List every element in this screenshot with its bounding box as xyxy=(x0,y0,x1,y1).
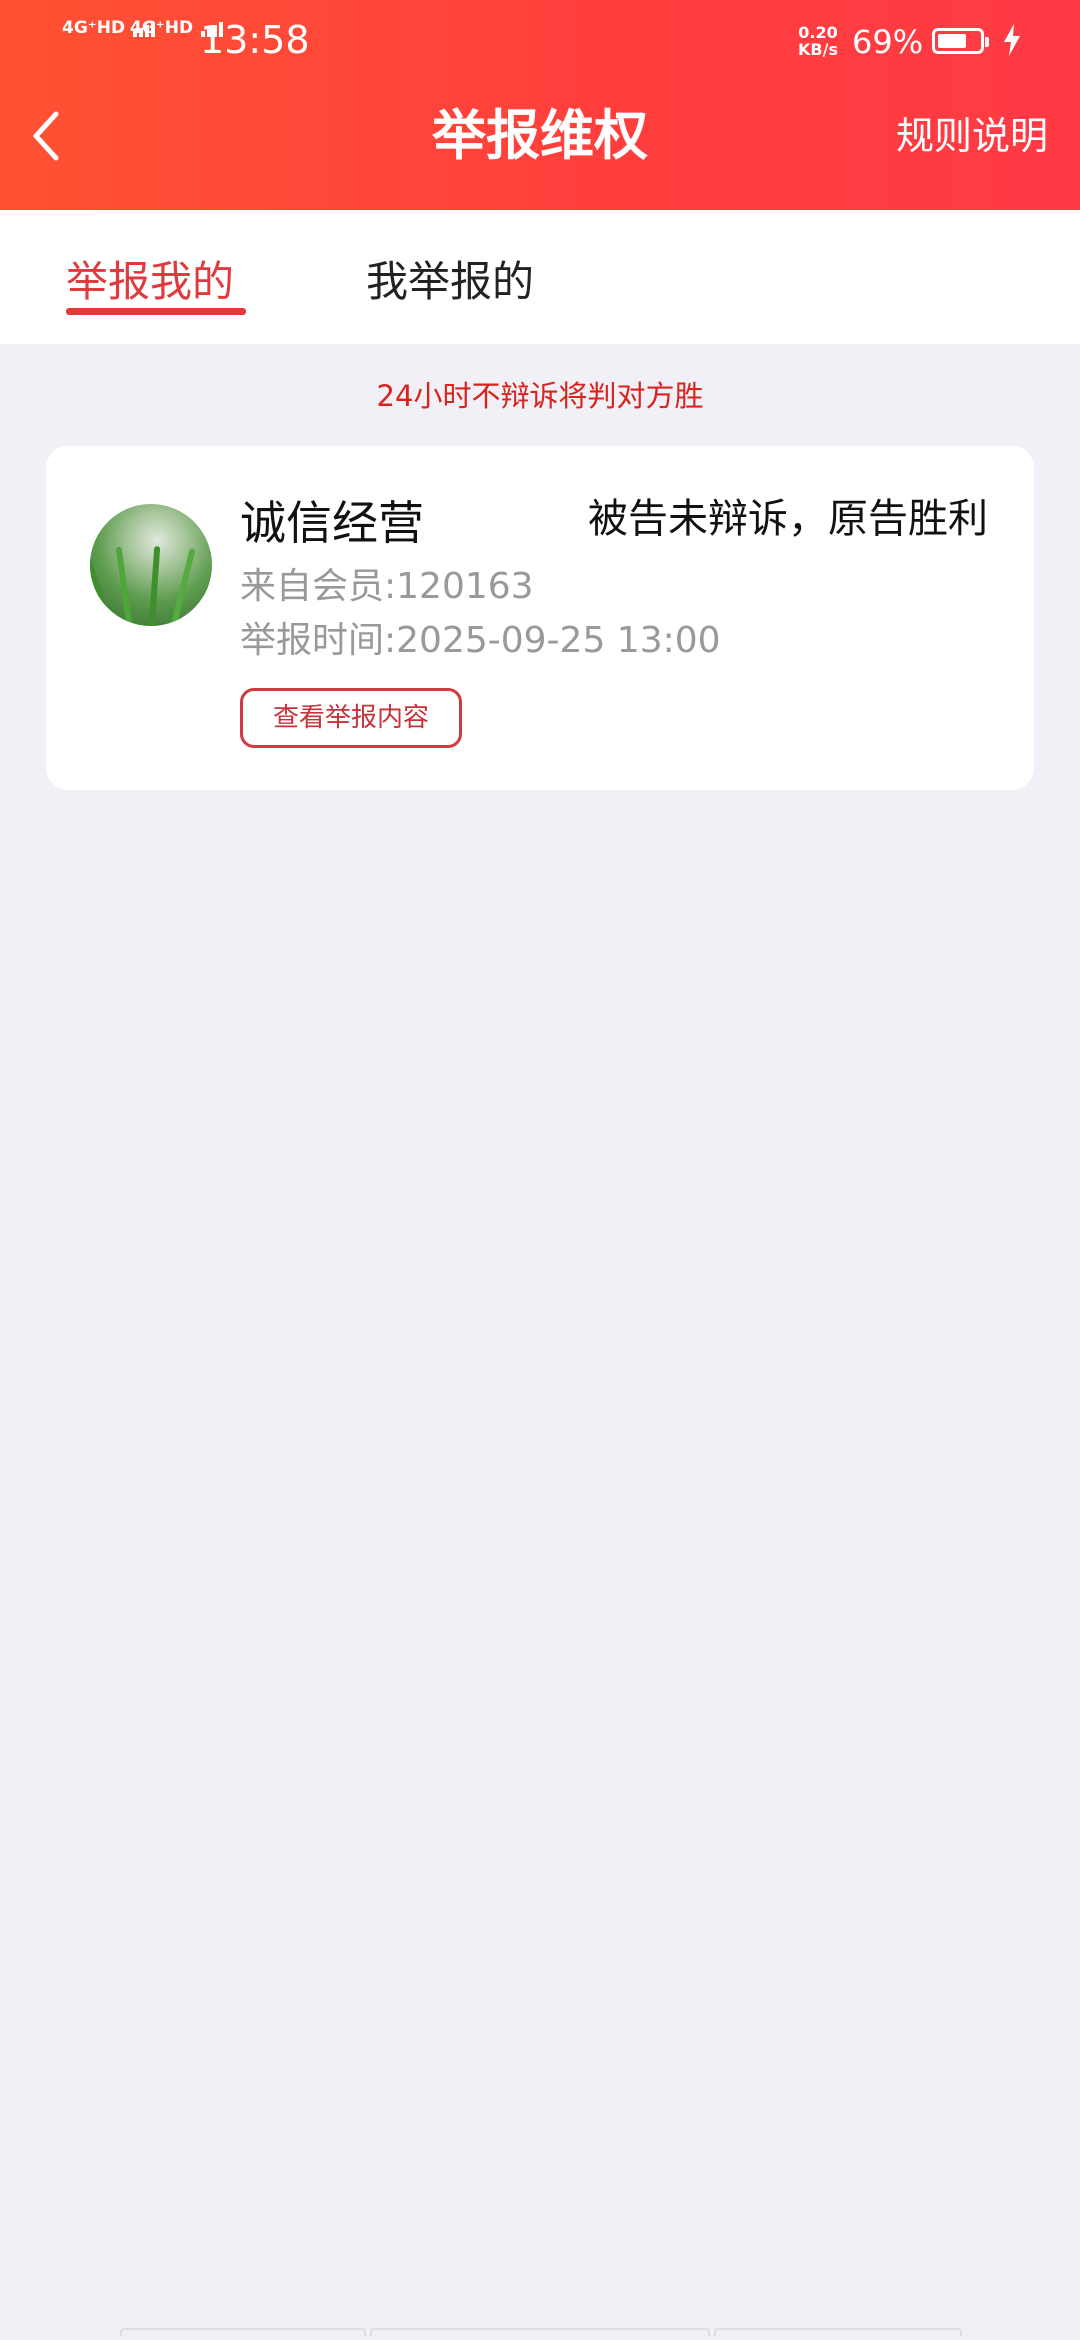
status-bar: 4G⁺HD 4G⁺HD 13:58 0.20 KB/s 69% xyxy=(0,0,1080,84)
avatar xyxy=(90,504,212,626)
network-speed-unit: KB/s xyxy=(798,40,838,59)
bottom-bar-segment xyxy=(714,2328,962,2336)
network-speed-value: 0.20 xyxy=(798,23,838,42)
from-member: 来自会员:120163 xyxy=(240,566,534,607)
battery-fill xyxy=(938,34,966,48)
tab-my-reports[interactable]: 我举报的 xyxy=(366,252,534,312)
signal-label-1: 4G⁺HD xyxy=(62,18,126,38)
reported-shop-name: 诚信经营 xyxy=(240,496,424,550)
bottom-bar-segment xyxy=(120,2328,366,2336)
header-bar: 4G⁺HD 4G⁺HD 13:58 0.20 KB/s 69% 举报维权 规则说… xyxy=(0,0,1080,210)
signal-label-2: 4G⁺HD xyxy=(130,18,194,38)
tab-bar: 举报我的 我举报的 xyxy=(0,210,1080,344)
report-card: 诚信经营 被告未辩诉，原告胜利 来自会员:120163 举报时间:2025-09… xyxy=(46,446,1034,790)
charging-bolt-icon xyxy=(1004,24,1020,56)
tab-reported-me[interactable]: 举报我的 xyxy=(66,252,234,312)
battery-percent: 69% xyxy=(852,23,924,61)
network-speed: 0.20 KB/s xyxy=(798,24,838,58)
bottom-bar-segment xyxy=(370,2328,710,2336)
active-tab-indicator xyxy=(66,308,246,315)
battery-icon xyxy=(932,28,989,54)
clock: 13:58 xyxy=(200,18,310,62)
verdict-status: 被告未辩诉，原告胜利 xyxy=(588,496,988,542)
notice-text: 24小时不辩诉将判对方胜 xyxy=(376,379,704,413)
rules-link[interactable]: 规则说明 xyxy=(896,112,1048,160)
report-time: 举报时间:2025-09-25 13:00 xyxy=(240,620,721,661)
view-report-button[interactable]: 查看举报内容 xyxy=(240,688,462,748)
